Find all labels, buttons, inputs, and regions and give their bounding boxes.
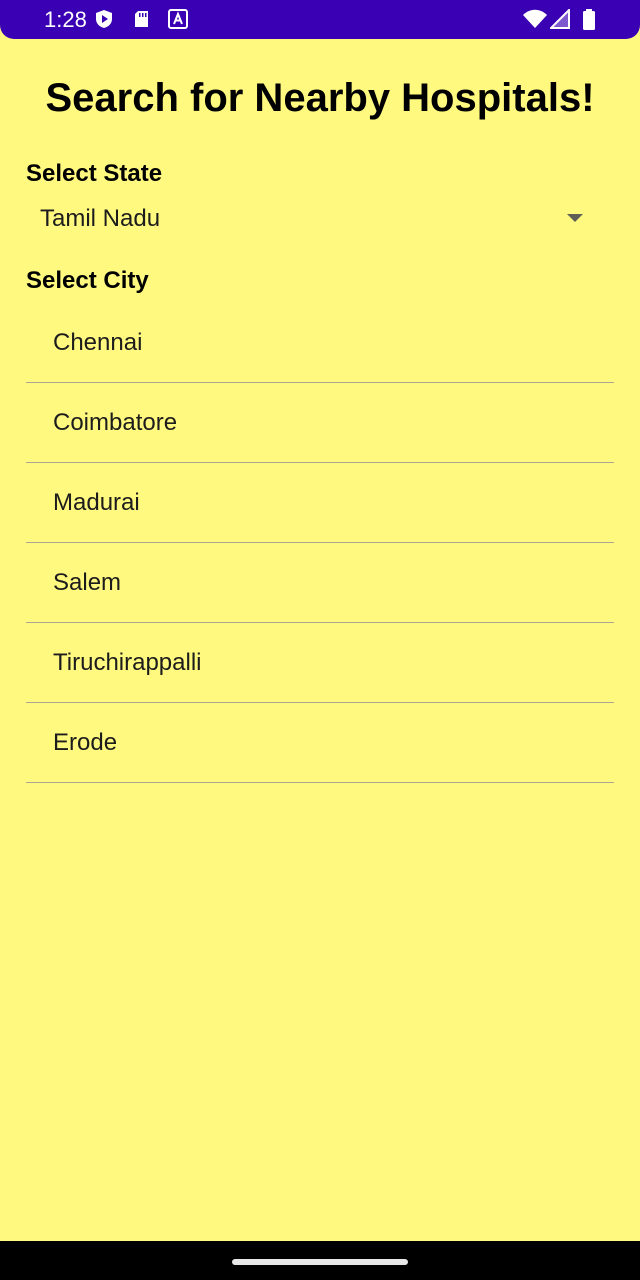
select-city-label: Select City	[26, 267, 149, 294]
city-item-tiruchirappalli[interactable]: Tiruchirappalli	[26, 623, 614, 703]
city-item-madurai[interactable]: Madurai	[26, 463, 614, 543]
city-item-label: Chennai	[53, 329, 143, 356]
city-item-chennai[interactable]: Chennai	[26, 303, 614, 383]
wifi-icon	[522, 9, 548, 29]
city-list: Chennai Coimbatore Madurai Salem Tiruchi…	[26, 303, 614, 783]
text-a-icon	[168, 9, 188, 29]
page-title: Search for Nearby Hospitals!	[45, 76, 595, 120]
state-dropdown[interactable]: Tamil Nadu	[26, 196, 600, 242]
city-item-label: Erode	[53, 729, 118, 756]
city-item-label: Coimbatore	[53, 409, 178, 436]
navigation-bar	[0, 1241, 640, 1280]
status-time: 1:28	[44, 7, 87, 32]
select-state-label: Select State	[26, 160, 163, 187]
signal-icon	[550, 9, 570, 29]
battery-icon	[582, 9, 596, 30]
home-gesture-handle[interactable]	[232, 1259, 408, 1265]
sd-card-icon	[132, 9, 152, 29]
city-item-erode[interactable]: Erode	[26, 703, 614, 783]
city-item-salem[interactable]: Salem	[26, 543, 614, 623]
state-selected-value: Tamil Nadu	[40, 205, 161, 232]
city-item-label: Salem	[53, 569, 122, 596]
city-item-label: Madurai	[53, 489, 140, 516]
app-content: Search for Nearby Hospitals! Select Stat…	[0, 39, 640, 1241]
city-item-coimbatore[interactable]: Coimbatore	[26, 383, 614, 463]
dropdown-arrow-icon	[566, 213, 584, 223]
city-item-label: Tiruchirappalli	[53, 649, 202, 676]
play-protect-icon	[94, 9, 114, 29]
status-bar: 1:28	[0, 0, 640, 39]
